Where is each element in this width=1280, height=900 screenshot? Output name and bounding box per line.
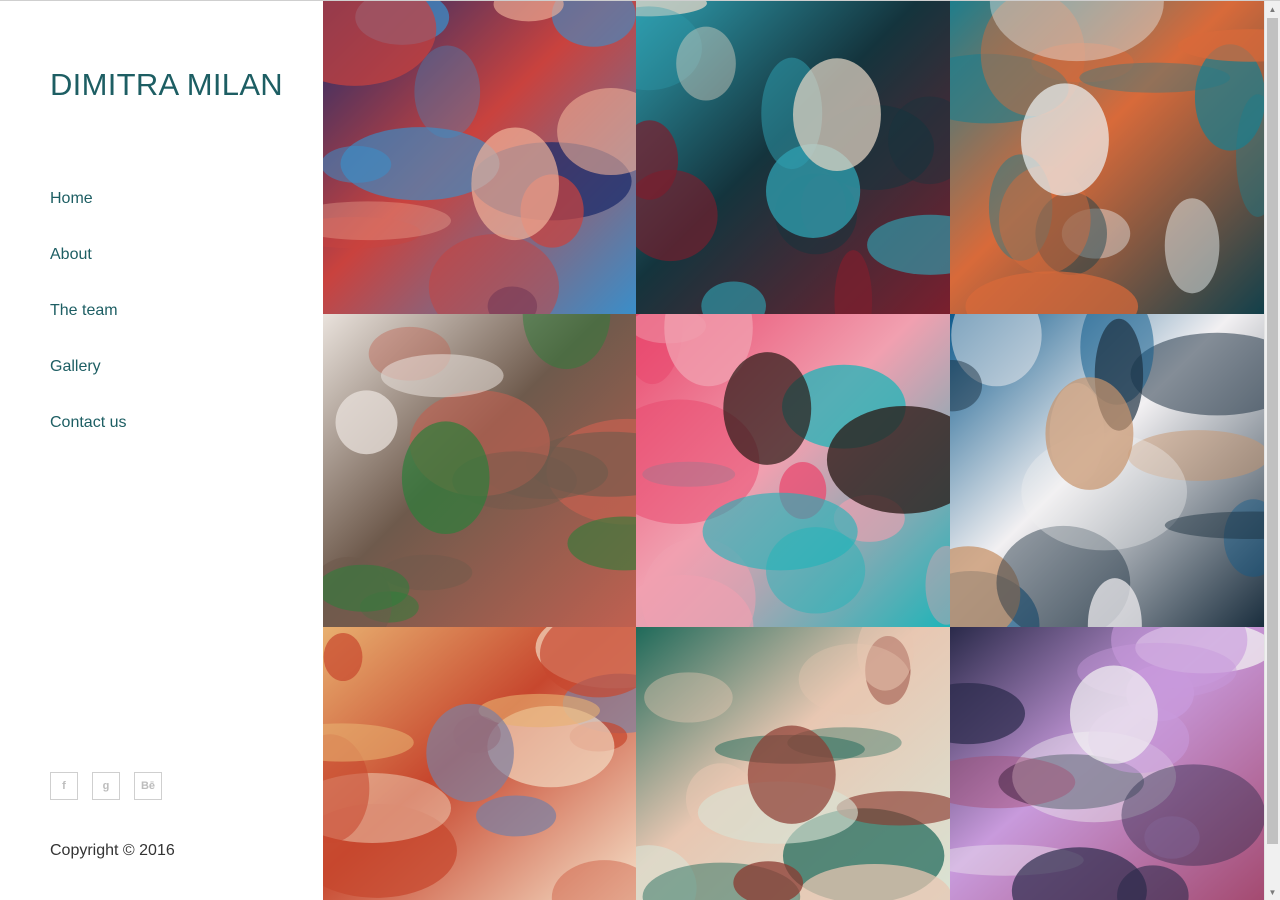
social-links: f g Bē xyxy=(50,772,162,800)
scroll-down-arrow-icon[interactable]: ▼ xyxy=(1265,884,1280,900)
gallery-image[interactable] xyxy=(323,1,636,314)
nav-item-contact-us: Contact us xyxy=(50,412,126,468)
nav-link-gallery[interactable]: Gallery xyxy=(50,358,101,375)
gallery-image[interactable] xyxy=(323,314,636,627)
nav-link-home[interactable]: Home xyxy=(50,190,93,207)
nav-link-contact-us[interactable]: Contact us xyxy=(50,414,126,431)
gallery-image[interactable] xyxy=(950,627,1264,900)
facebook-icon[interactable]: f xyxy=(50,772,78,800)
gallery-image[interactable] xyxy=(636,314,950,627)
site-title[interactable]: DIMITRA MILAN xyxy=(50,67,283,103)
google-plus-icon[interactable]: g xyxy=(92,772,120,800)
main-nav: Home About The team Gallery Contact us xyxy=(50,188,126,468)
nav-link-about[interactable]: About xyxy=(50,246,92,263)
gallery-image[interactable] xyxy=(636,1,950,314)
scrollbar-thumb[interactable] xyxy=(1267,18,1278,844)
gallery-image[interactable] xyxy=(323,627,636,900)
scroll-up-arrow-icon[interactable]: ▲ xyxy=(1265,1,1280,17)
gallery-image[interactable] xyxy=(950,314,1264,627)
behance-icon[interactable]: Bē xyxy=(134,772,162,800)
nav-link-the-team[interactable]: The team xyxy=(50,302,118,319)
nav-item-the-team: The team xyxy=(50,300,126,356)
gallery-image[interactable] xyxy=(950,1,1264,314)
gallery-image[interactable] xyxy=(636,627,950,900)
vertical-scrollbar[interactable]: ▲ ▼ xyxy=(1264,1,1280,900)
nav-item-home: Home xyxy=(50,188,126,244)
copyright-text: Copyright © 2016 xyxy=(50,842,175,859)
nav-item-about: About xyxy=(50,244,126,300)
gallery-grid xyxy=(323,1,1264,900)
nav-item-gallery: Gallery xyxy=(50,356,126,412)
sidebar: DIMITRA MILAN Home About The team Galler… xyxy=(0,1,323,900)
